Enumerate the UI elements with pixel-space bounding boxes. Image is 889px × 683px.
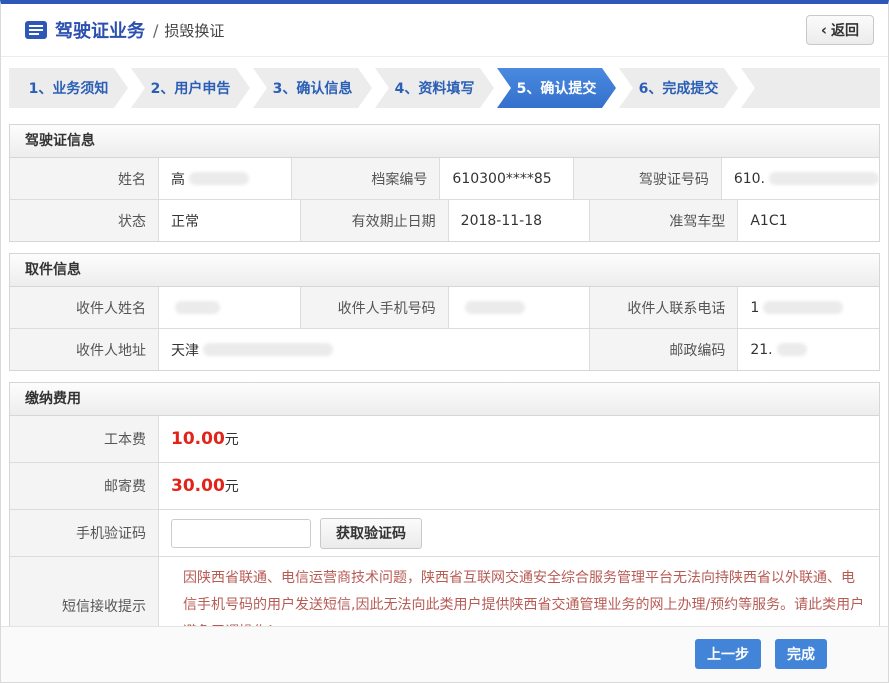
- expiry-value: 2018-11-18: [448, 200, 590, 241]
- chevron-left-icon: ‹: [821, 21, 827, 39]
- recipient-address-value: 天津: [158, 329, 589, 370]
- license-info-section: 驾驶证信息 姓名 高 档案编号 610300****85 驾驶证号码 610. …: [9, 124, 880, 242]
- postage-fee-amount: 30.00: [171, 476, 225, 496]
- step-tabs: 1、业务须知 2、用户申告 3、确认信息 4、资料填写 5、确认提交 6、完成提…: [9, 68, 880, 108]
- redaction: [763, 301, 843, 314]
- status-value: 正常: [158, 200, 300, 241]
- step-tab-1[interactable]: 1、业务须知: [9, 68, 128, 108]
- pickup-info-section: 取件信息 收件人姓名 收件人手机号码 收件人联系电话 1 收件人地址 天津 邮政…: [9, 253, 880, 371]
- recipient-mobile-label: 收件人手机号码: [300, 287, 448, 328]
- postage-fee-label: 邮寄费: [10, 463, 158, 509]
- fees-section: 缴纳费用 工本费 10.00元 邮寄费 30.00元 手机验证码 获取验证码 短…: [9, 382, 880, 655]
- redaction: [175, 301, 220, 314]
- file-no-value: 610300****85: [439, 158, 572, 199]
- redaction: [465, 301, 525, 314]
- recipient-phone-value: 1: [737, 287, 879, 328]
- production-fee-amount: 10.00: [171, 429, 225, 449]
- recipient-phone-label: 收件人联系电话: [589, 287, 737, 328]
- step-tab-1-label: 1、业务须知: [29, 78, 109, 98]
- pickup-info-title: 取件信息: [10, 254, 879, 287]
- previous-step-button[interactable]: 上一步: [695, 639, 761, 669]
- finish-button[interactable]: 完成: [775, 639, 827, 669]
- redaction: [777, 343, 807, 356]
- step-tab-4-label: 4、资料填写: [395, 78, 475, 98]
- production-fee-value: 10.00元: [158, 416, 879, 462]
- production-fee-unit: 元: [225, 429, 239, 449]
- license-no-value: 610.: [721, 158, 879, 199]
- vehicle-class-value: A1C1: [737, 200, 879, 241]
- redaction: [189, 172, 249, 185]
- step-tab-3-label: 3、确认信息: [273, 78, 353, 98]
- header: 驾驶证业务 / 损毁换证 ‹ 返回: [1, 4, 888, 57]
- recipient-name-label: 收件人姓名: [10, 287, 158, 328]
- page: 驾驶证业务 / 损毁换证 ‹ 返回 1、业务须知 2、用户申告 3、确认信息 4…: [0, 0, 889, 683]
- step-tab-6[interactable]: 6、完成提交: [619, 68, 738, 108]
- postage-fee-unit: 元: [225, 476, 239, 496]
- file-no-label: 档案编号: [291, 158, 439, 199]
- fees-title: 缴纳费用: [10, 383, 879, 416]
- step-tab-2-label: 2、用户申告: [151, 78, 231, 98]
- back-button-label: 返回: [831, 20, 859, 40]
- breadcrumb-current: 损毁换证: [164, 20, 224, 41]
- production-fee-label: 工本费: [10, 416, 158, 462]
- recipient-name-value: [158, 287, 300, 328]
- step-tab-5-active[interactable]: 5、确认提交: [497, 68, 616, 108]
- step-tab-4[interactable]: 4、资料填写: [375, 68, 494, 108]
- step-tab-3[interactable]: 3、确认信息: [253, 68, 372, 108]
- redaction: [203, 343, 333, 356]
- step-tab-6-label: 6、完成提交: [639, 78, 719, 98]
- postal-code-value: 21.: [737, 329, 879, 370]
- name-label: 姓名: [10, 158, 158, 199]
- redaction: [769, 172, 879, 185]
- sms-code-input[interactable]: [171, 519, 311, 548]
- sms-code-cell: 获取验证码: [158, 510, 879, 556]
- recipient-address-label: 收件人地址: [10, 329, 158, 370]
- breadcrumb: 驾驶证业务 / 损毁换证: [25, 17, 224, 43]
- step-tab-2[interactable]: 2、用户申告: [131, 68, 250, 108]
- step-tabs-filler: [741, 68, 880, 108]
- license-info-title: 驾驶证信息: [10, 125, 879, 158]
- vehicle-class-label: 准驾车型: [589, 200, 737, 241]
- footer-action-bar: 上一步 完成: [1, 626, 888, 682]
- recipient-mobile-value: [448, 287, 590, 328]
- status-label: 状态: [10, 200, 158, 241]
- step-tab-5-label: 5、确认提交: [517, 78, 597, 98]
- page-title: 驾驶证业务: [55, 17, 145, 43]
- postal-code-label: 邮政编码: [589, 329, 737, 370]
- postage-fee-value: 30.00元: [158, 463, 879, 509]
- breadcrumb-separator: /: [153, 21, 158, 40]
- license-card-icon: [25, 21, 47, 39]
- license-no-label: 驾驶证号码: [573, 158, 721, 199]
- get-code-button[interactable]: 获取验证码: [320, 518, 422, 549]
- expiry-label: 有效期止日期: [300, 200, 448, 241]
- sms-code-label: 手机验证码: [10, 510, 158, 556]
- name-value: 高: [158, 158, 291, 199]
- back-button[interactable]: ‹ 返回: [806, 15, 874, 45]
